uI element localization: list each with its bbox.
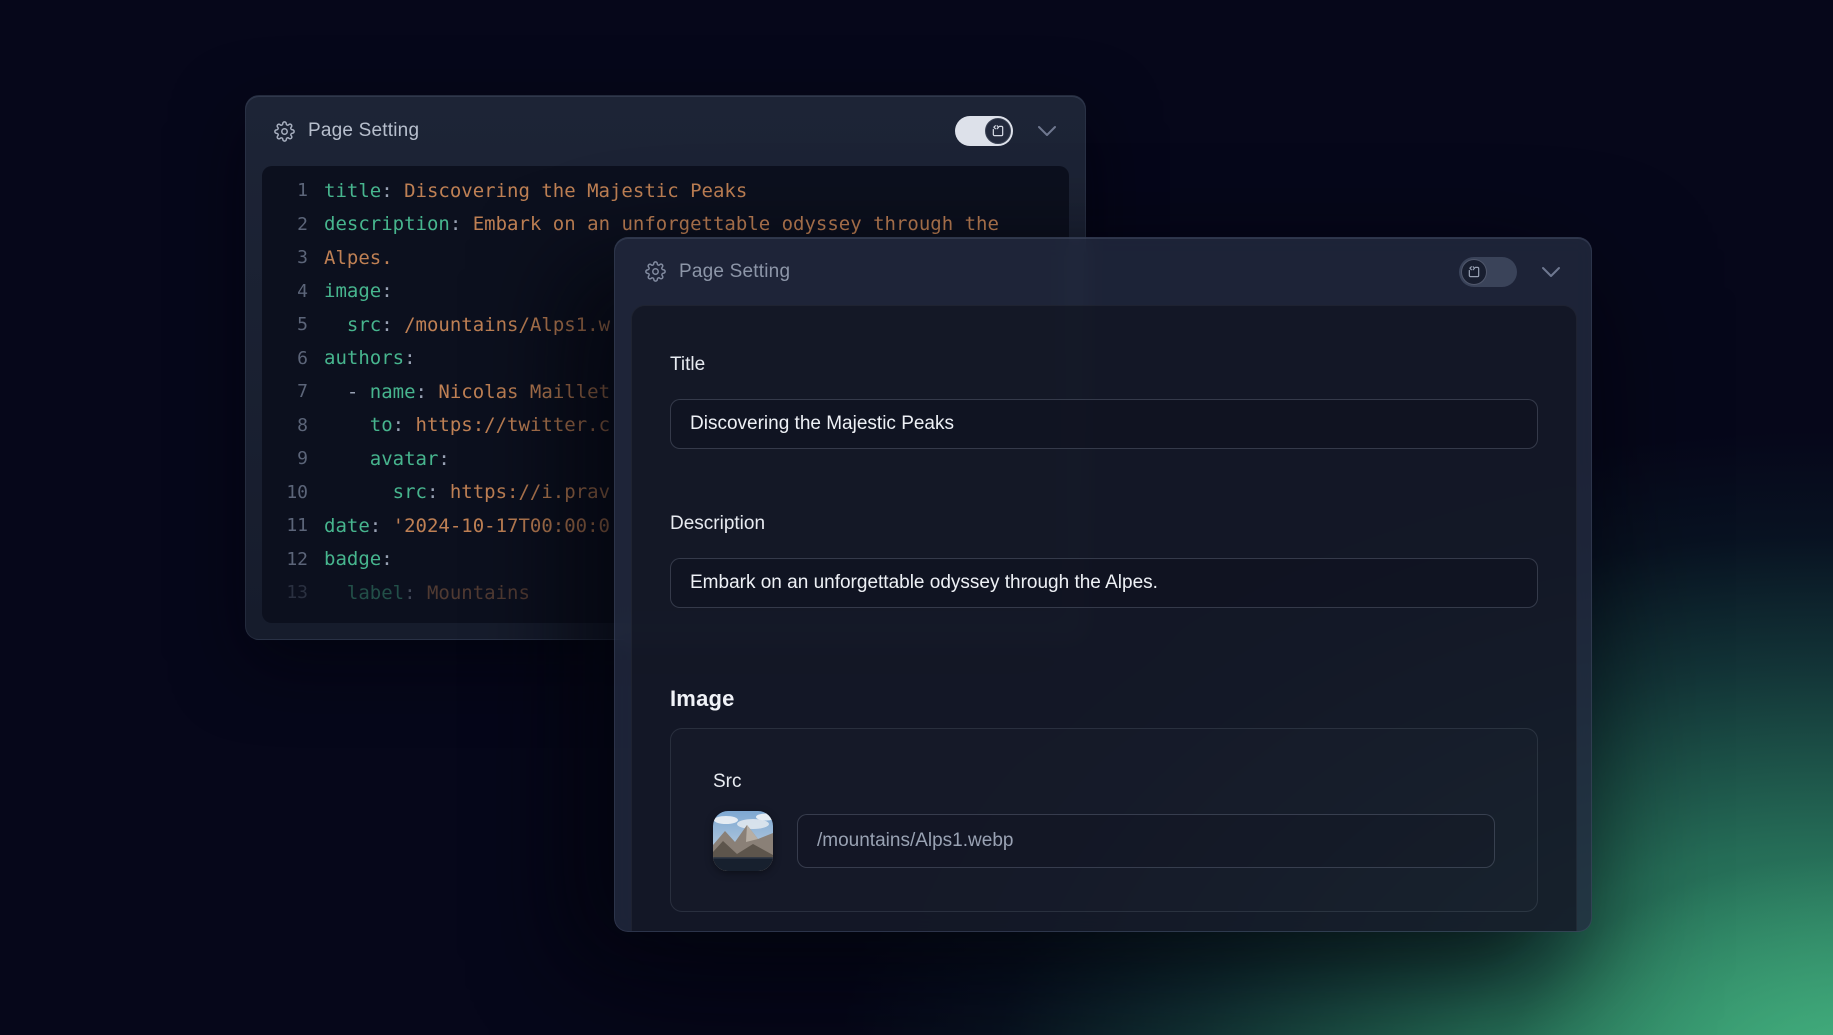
code-text: src: /mountains/Alps1.w [324,314,610,336]
desktop-background: Page Setting 1 title: Discovering the Maj… [0,0,1833,1035]
title-input[interactable] [670,399,1538,449]
image-card: Src [670,728,1538,912]
code-text: label: Mountains [324,582,530,604]
code-text: Alpes. [324,247,393,269]
toggle-knob [1461,259,1487,285]
code-text: badge: [324,548,393,570]
line-number: 11 [276,515,308,536]
toggle-knob [985,118,1011,144]
code-text: authors: [324,347,416,369]
image-section-heading: Image [670,686,1538,712]
code-text: date: '2024-10-17T00:00:0 [324,515,610,537]
chevron-down-icon[interactable] [1037,125,1057,137]
line-number: 6 [276,348,308,369]
src-label: Src [713,771,1495,793]
code-panel-header: Page Setting [246,96,1085,166]
line-number: 3 [276,247,308,268]
line-number: 10 [276,482,308,503]
code-line[interactable]: 1 title: Discovering the Majestic Peaks [276,174,1069,208]
code-text: description: Embark on an unforgettable … [324,213,999,235]
panel-title: Page Setting [679,261,790,283]
code-text: to: https://twitter.c [324,414,610,436]
code-square-icon [1467,265,1481,279]
mountain-photo-thumbnail [713,811,773,871]
line-number: 5 [276,314,308,335]
form-settings-panel: Page Setting Title Description Image [614,237,1592,932]
spacer [670,608,1538,686]
code-text: src: https://i.prav [324,481,610,503]
line-number: 7 [276,381,308,402]
spacer [670,449,1538,513]
gear-icon [645,261,666,282]
code-text: image: [324,280,393,302]
code-view-toggle[interactable] [955,116,1013,146]
line-number: 8 [276,415,308,436]
code-text: - name: Nicolas Maillet [324,381,610,403]
line-number: 12 [276,549,308,570]
code-square-icon [991,124,1005,138]
code-line[interactable]: 2 description: Embark on an unforgettable… [276,208,1069,242]
chevron-down-icon[interactable] [1541,266,1561,278]
title-label: Title [670,354,1538,376]
form-panel-header: Page Setting [615,238,1591,305]
line-number: 4 [276,281,308,302]
gear-icon [274,121,295,142]
line-number: 13 [276,582,308,603]
image-src-input[interactable] [797,814,1495,868]
line-number: 2 [276,214,308,235]
code-text: title: Discovering the Majestic Peaks [324,180,747,202]
description-input[interactable] [670,558,1538,608]
code-text: avatar: [324,448,450,470]
line-number: 9 [276,448,308,469]
description-label: Description [670,513,1538,535]
code-view-toggle[interactable] [1459,257,1517,287]
src-row [713,811,1495,871]
line-number: 1 [276,180,308,201]
form-card: Title Description Image Src [631,305,1577,932]
panel-title: Page Setting [308,120,419,142]
